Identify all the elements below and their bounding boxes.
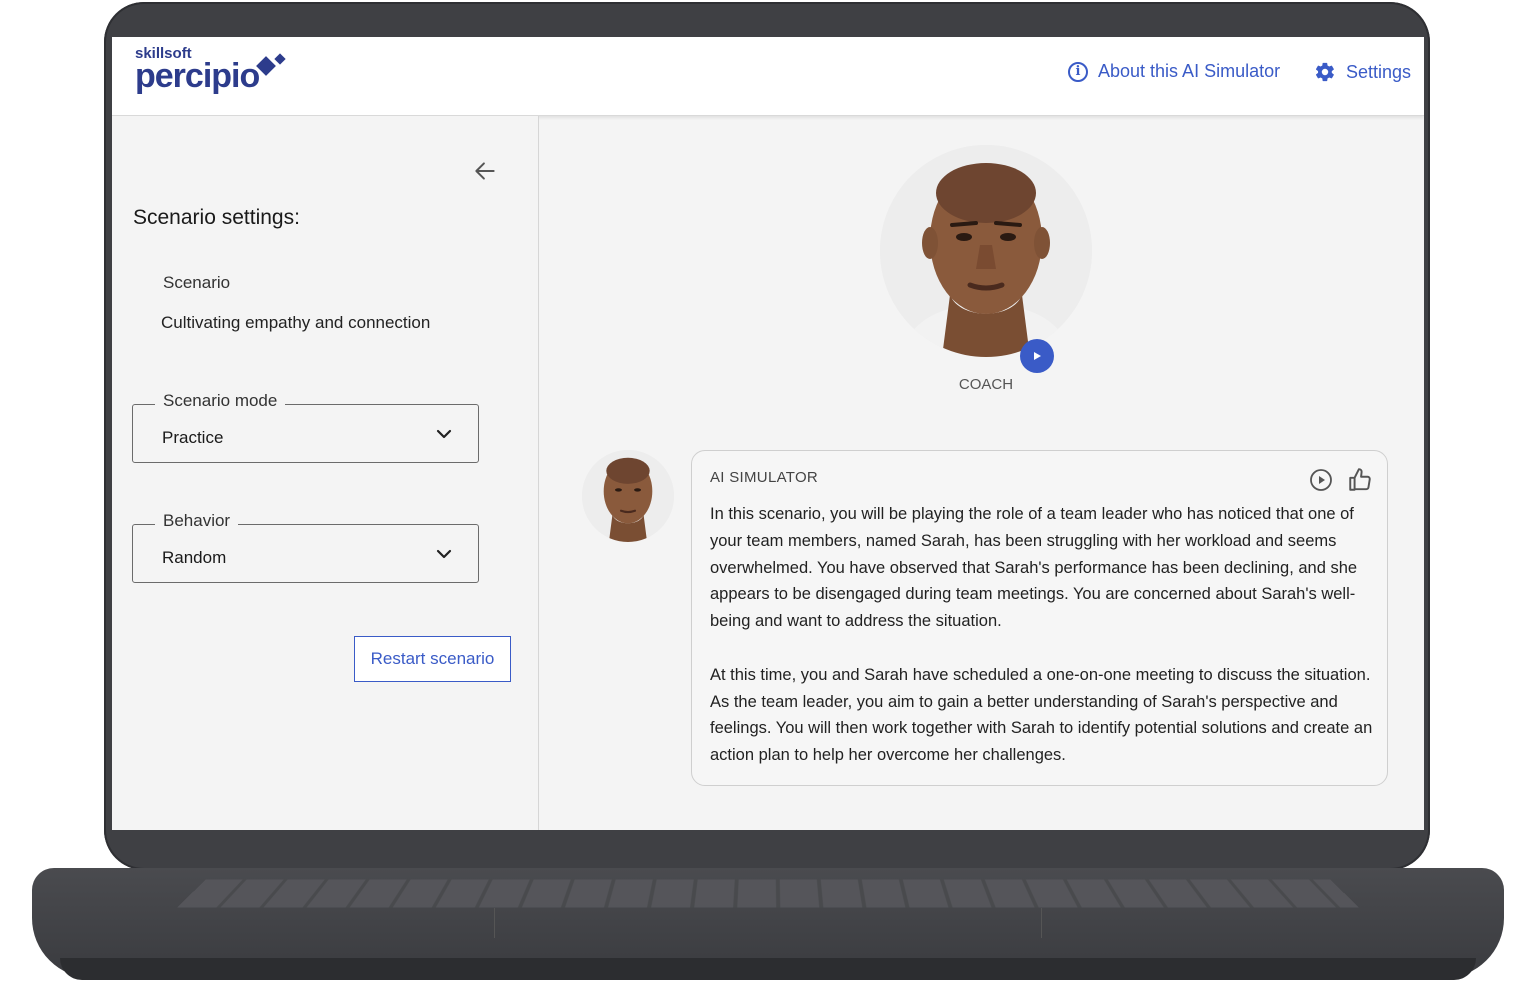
thumbs-up-icon[interactable] — [1347, 467, 1373, 493]
gear-icon — [1314, 61, 1336, 83]
laptop-touchpad — [494, 908, 1042, 938]
simulator-portrait — [582, 450, 674, 542]
message-paragraph: At this time, you and Sarah have schedul… — [710, 662, 1374, 769]
about-simulator-link[interactable]: i About this AI Simulator — [1068, 61, 1280, 82]
percipio-logo[interactable]: skillsoft percipio — [135, 45, 295, 105]
logo-percipio-text: percipio — [135, 57, 259, 96]
simulator-message-card: AI SIMULATOR In this scenario, you will … — [691, 450, 1388, 786]
coach-play-button[interactable] — [1020, 339, 1054, 373]
laptop-keyboard — [178, 879, 1359, 907]
info-icon: i — [1068, 62, 1088, 82]
behavior-label: Behavior — [155, 511, 238, 531]
laptop-screen: skillsoft percipio i About this AI Simul… — [112, 37, 1424, 830]
restart-scenario-button[interactable]: Restart scenario — [354, 636, 511, 682]
play-icon — [1031, 350, 1043, 362]
laptop-base-edge — [60, 958, 1476, 980]
message-body: In this scenario, you will be playing th… — [710, 501, 1374, 796]
chevron-down-icon — [435, 427, 453, 441]
message-sender: AI SIMULATOR — [710, 469, 818, 486]
coach-portrait — [880, 145, 1092, 357]
behavior-select[interactable]: Behavior Random — [132, 524, 479, 583]
behavior-value: Random — [162, 548, 226, 568]
scenario-mode-select[interactable]: Scenario mode Practice — [132, 404, 479, 463]
settings-label: Settings — [1346, 62, 1411, 83]
settings-link[interactable]: Settings — [1314, 61, 1411, 83]
scenario-label: Scenario — [163, 273, 230, 293]
scenario-mode-value: Practice — [162, 428, 223, 448]
about-simulator-label: About this AI Simulator — [1098, 61, 1280, 82]
scenario-mode-label: Scenario mode — [155, 391, 285, 411]
coach-avatar — [880, 145, 1092, 357]
coach-label: COACH — [958, 376, 1014, 393]
app-header: skillsoft percipio i About this AI Simul… — [112, 37, 1424, 116]
scenario-settings-panel: Scenario settings: Scenario Cultivating … — [112, 116, 539, 830]
simulator-avatar — [582, 450, 674, 542]
play-audio-icon[interactable] — [1309, 468, 1333, 492]
logo-diamond-small-icon — [274, 53, 285, 64]
panel-title: Scenario settings: — [133, 206, 300, 230]
chevron-down-icon — [435, 547, 453, 561]
scenario-value: Cultivating empathy and connection — [161, 313, 430, 333]
arrow-left-icon[interactable] — [472, 158, 498, 184]
message-paragraph: In this scenario, you will be playing th… — [710, 501, 1374, 635]
